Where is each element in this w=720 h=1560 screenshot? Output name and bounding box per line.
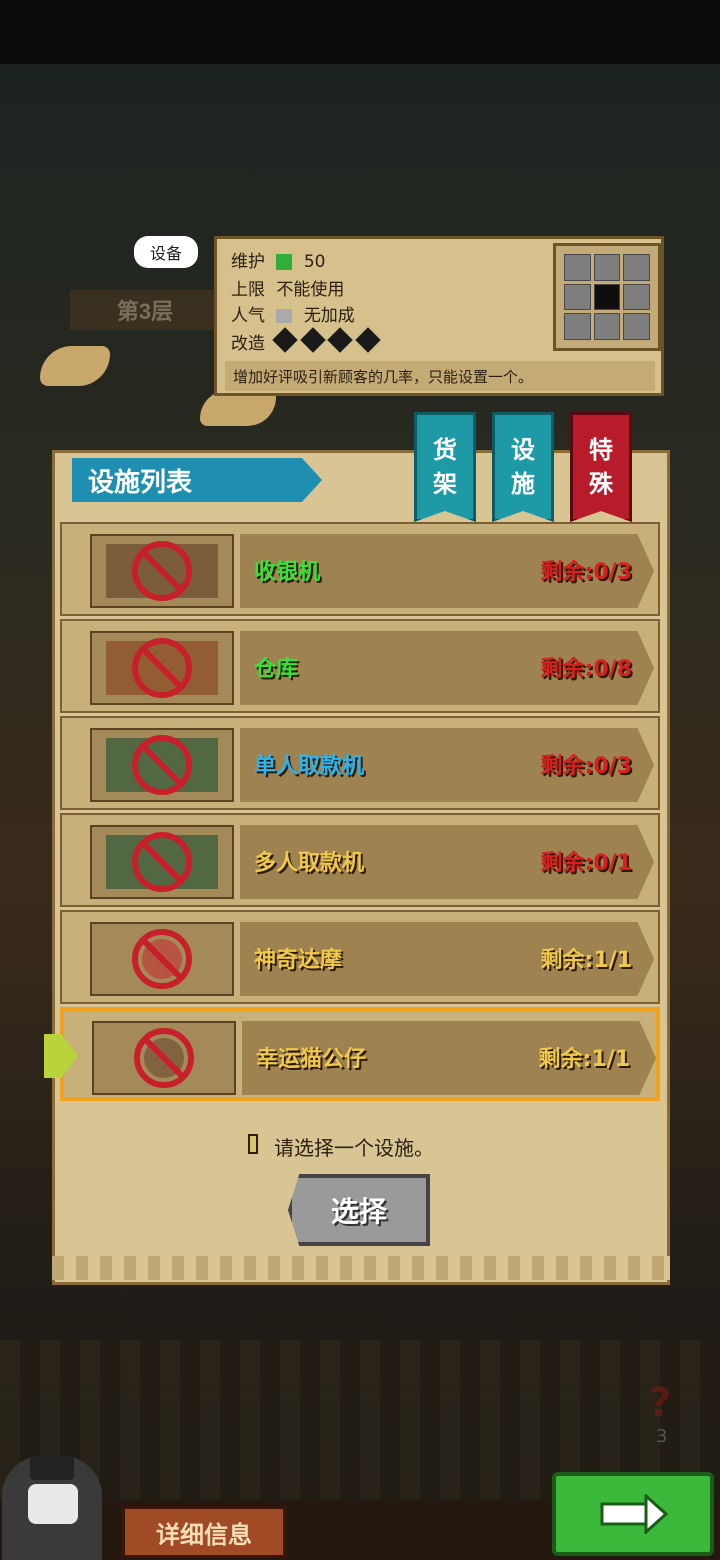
tab-shelves[interactable]: 货 架 [414, 412, 476, 522]
upgrade-stars [272, 327, 381, 354]
upgrade-row: 改造 [231, 327, 381, 354]
tab-label: 架 [433, 470, 457, 498]
forbidden-icon [132, 929, 192, 989]
tab-label: 特 [589, 436, 613, 464]
list-item-daruma[interactable]: 神奇达摩 剩余:1/1 [60, 910, 660, 1004]
item-remain: 剩余:0/1 [540, 851, 632, 876]
hint-icon [248, 1134, 258, 1154]
info-card: 维护 50 上限 不能使用 人气 无加成 改造 增加好评吸引新顾客的几率，只能设… [214, 236, 664, 396]
exit-arrow-icon [600, 1494, 668, 1534]
limit-row: 上限 不能使用 [231, 275, 344, 300]
item-remain: 剩余:0/8 [540, 657, 632, 682]
forbidden-icon [134, 1028, 194, 1088]
item-remain: 剩余:0/3 [540, 754, 632, 779]
limit-value: 不能使用 [276, 280, 345, 300]
item-name: 神奇达摩 [254, 948, 343, 973]
item-name: 多人取款机 [254, 851, 365, 876]
help-count: 3 [656, 1426, 668, 1447]
item-name: 幸运猫公仔 [256, 1047, 367, 1072]
popularity-row: 人气 无加成 [231, 301, 355, 326]
detail-info-button[interactable]: 详细信息 [122, 1506, 286, 1558]
warehouse-thumbnail [90, 631, 234, 705]
avatar-hat [30, 1456, 74, 1480]
placement-grid-icon [553, 243, 661, 351]
maintenance-value: 50 [303, 252, 326, 272]
item-remain: 剩余:1/1 [540, 948, 632, 973]
item-remain: 剩余:1/1 [538, 1047, 630, 1072]
maintenance-row: 维护 50 [231, 247, 325, 272]
device-tag: 设备 [134, 236, 198, 268]
tab-special[interactable]: 特 殊 [570, 412, 632, 522]
forbidden-icon [132, 735, 192, 795]
description: 增加好评吸引新顾客的几率，只能设置一个。 [225, 361, 655, 391]
tab-label: 殊 [589, 470, 613, 498]
cash-register-thumbnail [90, 534, 234, 608]
list-item-lucky-cat[interactable]: 幸运猫公仔 剩余:1/1 [60, 1007, 660, 1101]
tab-facilities[interactable]: 设 施 [492, 412, 554, 522]
list-item-single-atm[interactable]: 单人取款机 剩余:0/3 [60, 716, 660, 810]
upgrade-star-icon [272, 327, 299, 353]
select-button[interactable]: 选择 [288, 1174, 430, 1246]
list-item-cash-register[interactable]: 收银机 剩余:0/3 [60, 522, 660, 616]
item-remain: 剩余:0/3 [540, 560, 632, 585]
popularity-label: 人气 [231, 306, 265, 326]
upgrade-star-icon [300, 327, 326, 353]
maintenance-label: 维护 [231, 252, 265, 272]
popularity-value: 无加成 [303, 306, 355, 326]
panel-title: 设施列表 [72, 458, 322, 502]
list-item-multi-atm[interactable]: 多人取款机 剩余:0/1 [60, 813, 660, 907]
daruma-thumbnail [90, 922, 234, 996]
megaphone-icon [276, 309, 293, 323]
forbidden-icon [132, 638, 192, 698]
tab-label: 设 [511, 436, 535, 464]
list-item-warehouse[interactable]: 仓库 剩余:0/8 [60, 619, 660, 713]
panel-bottom-border [52, 1256, 670, 1280]
forbidden-icon [132, 541, 192, 601]
cash-icon [276, 254, 293, 270]
floor-label: 第3层 [70, 290, 220, 330]
lucky-cat-thumbnail [92, 1021, 236, 1095]
item-name: 仓库 [254, 657, 299, 682]
exit-button[interactable] [552, 1472, 714, 1556]
limit-label: 上限 [231, 280, 265, 300]
avatar-face [28, 1484, 78, 1524]
item-name: 单人取款机 [254, 754, 365, 779]
hint-text: 请选择一个设施。 [274, 1136, 434, 1160]
upgrade-label: 改造 [231, 334, 265, 354]
help-book-icon[interactable]: ? [640, 1380, 680, 1430]
single-atm-thumbnail [90, 728, 234, 802]
tab-label: 施 [511, 470, 535, 498]
multi-atm-thumbnail [90, 825, 234, 899]
upgrade-star-icon [354, 327, 381, 353]
forbidden-icon [132, 832, 192, 892]
item-name: 收银机 [254, 560, 321, 585]
upgrade-star-icon [327, 327, 353, 353]
tab-label: 货 [433, 436, 457, 464]
